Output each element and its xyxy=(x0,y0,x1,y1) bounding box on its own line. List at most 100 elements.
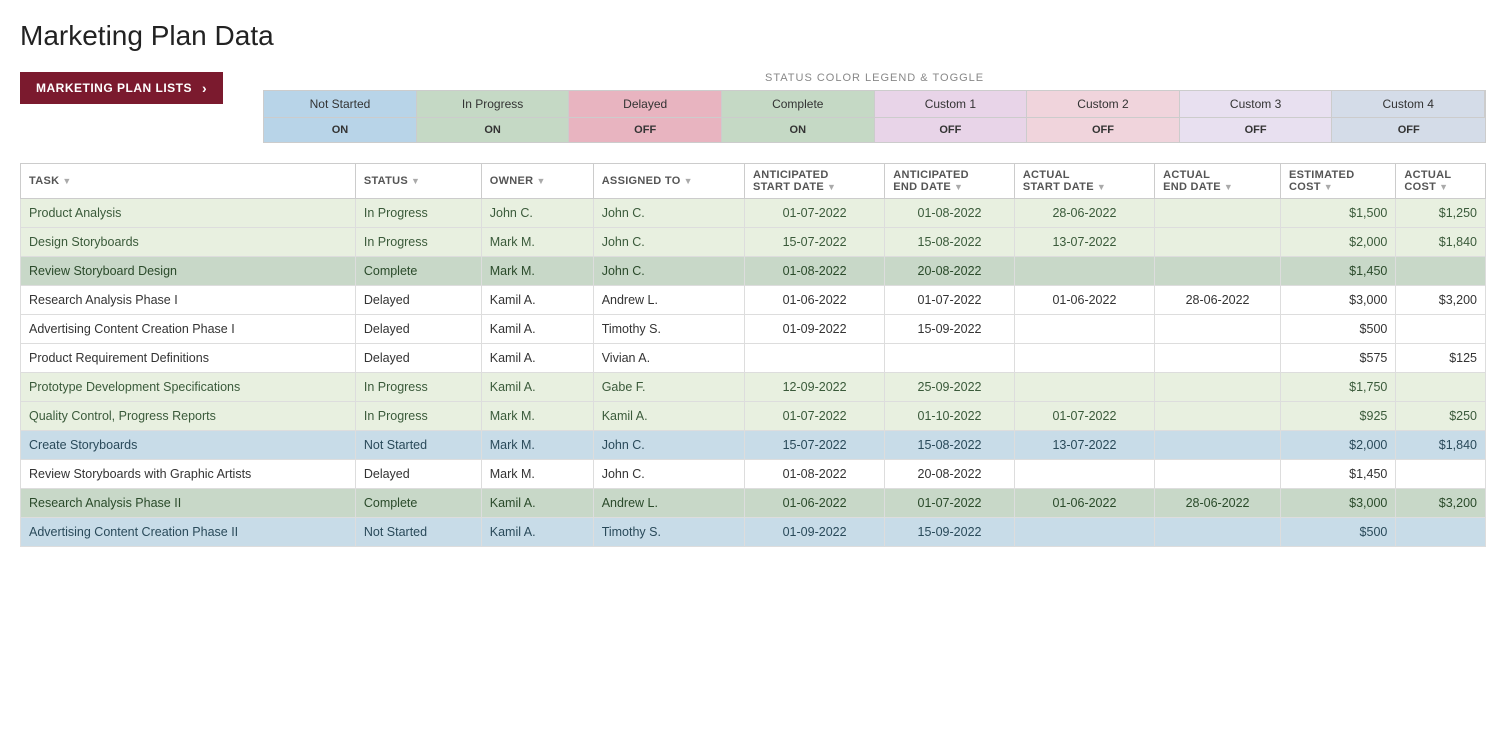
cell-ant_end-0: 01-08-2022 xyxy=(885,199,1015,228)
table-row: Prototype Development SpecificationsIn P… xyxy=(21,373,1486,402)
cell-assigned_to-0: John C. xyxy=(593,199,744,228)
cell-status-10: Complete xyxy=(355,489,481,518)
legend-status-5[interactable]: Custom 2 xyxy=(1027,91,1180,118)
cell-act_cost-0: $1,250 xyxy=(1396,199,1486,228)
cell-owner-7: Mark M. xyxy=(481,402,593,431)
cell-status-2: Complete xyxy=(355,257,481,286)
legend-status-2[interactable]: Delayed xyxy=(569,91,722,118)
legend-status-3[interactable]: Complete xyxy=(722,91,875,118)
col-header-task[interactable]: TASK▼ xyxy=(21,164,356,199)
legend-status-1[interactable]: In Progress xyxy=(417,91,570,118)
cell-act_end-7 xyxy=(1155,402,1281,431)
cell-act_end-3: 28-06-2022 xyxy=(1155,286,1281,315)
cell-act_cost-4 xyxy=(1396,315,1486,344)
filter-icon-task[interactable]: ▼ xyxy=(62,176,71,186)
cell-est_cost-3: $3,000 xyxy=(1281,286,1396,315)
cell-ant_start-3: 01-06-2022 xyxy=(744,286,884,315)
filter-icon-owner[interactable]: ▼ xyxy=(536,176,545,186)
cell-assigned_to-1: John C. xyxy=(593,228,744,257)
legend-status-4[interactable]: Custom 1 xyxy=(875,91,1028,118)
cell-task-9: Review Storyboards with Graphic Artists xyxy=(21,460,356,489)
col-header-act_start[interactable]: ACTUALSTART DATE▼ xyxy=(1014,164,1154,199)
cell-ant_end-8: 15-08-2022 xyxy=(885,431,1015,460)
filter-icon-est_cost[interactable]: ▼ xyxy=(1324,182,1333,192)
cell-act_start-0: 28-06-2022 xyxy=(1014,199,1154,228)
table-row: Advertising Content Creation Phase IDela… xyxy=(21,315,1486,344)
cell-act_end-5 xyxy=(1155,344,1281,373)
cell-act_cost-5: $125 xyxy=(1396,344,1486,373)
legend-toggle-2[interactable]: OFF xyxy=(569,118,722,142)
cell-act_end-0 xyxy=(1155,199,1281,228)
col-header-ant_start[interactable]: ANTICIPATEDSTART DATE▼ xyxy=(744,164,884,199)
col-header-assigned_to[interactable]: ASSIGNED TO▼ xyxy=(593,164,744,199)
cell-act_cost-2 xyxy=(1396,257,1486,286)
col-header-est_cost[interactable]: ESTIMATEDCOST▼ xyxy=(1281,164,1396,199)
cell-ant_start-7: 01-07-2022 xyxy=(744,402,884,431)
legend-toggle-0[interactable]: ON xyxy=(264,118,417,142)
cell-act_cost-8: $1,840 xyxy=(1396,431,1486,460)
cell-est_cost-4: $500 xyxy=(1281,315,1396,344)
cell-act_start-11 xyxy=(1014,518,1154,547)
cell-est_cost-8: $2,000 xyxy=(1281,431,1396,460)
legend-toggle-6[interactable]: OFF xyxy=(1180,118,1333,142)
legend-status-0[interactable]: Not Started xyxy=(264,91,417,118)
cell-owner-6: Kamil A. xyxy=(481,373,593,402)
cell-ant_end-5 xyxy=(885,344,1015,373)
filter-icon-act_cost[interactable]: ▼ xyxy=(1439,182,1448,192)
legend-title: STATUS COLOR LEGEND & TOGGLE xyxy=(263,72,1486,84)
filter-icon-act_start[interactable]: ▼ xyxy=(1097,182,1106,192)
nav-button[interactable]: MARKETING PLAN LISTS › xyxy=(20,72,223,104)
cell-status-8: Not Started xyxy=(355,431,481,460)
col-header-ant_end[interactable]: ANTICIPATEDEND DATE▼ xyxy=(885,164,1015,199)
table-row: Product Requirement DefinitionsDelayedKa… xyxy=(21,344,1486,373)
cell-act_cost-6 xyxy=(1396,373,1486,402)
cell-ant_start-6: 12-09-2022 xyxy=(744,373,884,402)
cell-owner-8: Mark M. xyxy=(481,431,593,460)
legend-toggle-4[interactable]: OFF xyxy=(875,118,1028,142)
legend-status-7[interactable]: Custom 4 xyxy=(1332,91,1485,118)
col-header-owner[interactable]: OWNER▼ xyxy=(481,164,593,199)
table-row: Research Analysis Phase IICompleteKamil … xyxy=(21,489,1486,518)
legend-toggle-3[interactable]: ON xyxy=(722,118,875,142)
cell-task-0: Product Analysis xyxy=(21,199,356,228)
cell-ant_start-0: 01-07-2022 xyxy=(744,199,884,228)
cell-act_start-1: 13-07-2022 xyxy=(1014,228,1154,257)
cell-act_start-6 xyxy=(1014,373,1154,402)
cell-ant_end-10: 01-07-2022 xyxy=(885,489,1015,518)
cell-est_cost-1: $2,000 xyxy=(1281,228,1396,257)
cell-act_cost-7: $250 xyxy=(1396,402,1486,431)
cell-act_end-8 xyxy=(1155,431,1281,460)
filter-icon-assigned_to[interactable]: ▼ xyxy=(684,176,693,186)
cell-status-5: Delayed xyxy=(355,344,481,373)
table-row: Design StoryboardsIn ProgressMark M.John… xyxy=(21,228,1486,257)
cell-ant_end-4: 15-09-2022 xyxy=(885,315,1015,344)
cell-task-8: Create Storyboards xyxy=(21,431,356,460)
cell-status-11: Not Started xyxy=(355,518,481,547)
cell-est_cost-2: $1,450 xyxy=(1281,257,1396,286)
cell-act_cost-3: $3,200 xyxy=(1396,286,1486,315)
legend-status-6[interactable]: Custom 3 xyxy=(1180,91,1333,118)
cell-task-7: Quality Control, Progress Reports xyxy=(21,402,356,431)
cell-assigned_to-4: Timothy S. xyxy=(593,315,744,344)
filter-icon-status[interactable]: ▼ xyxy=(411,176,420,186)
cell-act_start-3: 01-06-2022 xyxy=(1014,286,1154,315)
filter-icon-act_end[interactable]: ▼ xyxy=(1224,182,1233,192)
cell-ant_end-3: 01-07-2022 xyxy=(885,286,1015,315)
legend-toggle-5[interactable]: OFF xyxy=(1027,118,1180,142)
col-header-act_cost[interactable]: ACTUALCOST▼ xyxy=(1396,164,1486,199)
col-header-status[interactable]: STATUS▼ xyxy=(355,164,481,199)
legend-toggle-1[interactable]: ON xyxy=(417,118,570,142)
cell-task-11: Advertising Content Creation Phase II xyxy=(21,518,356,547)
filter-icon-ant_start[interactable]: ▼ xyxy=(827,182,836,192)
table-row: Product AnalysisIn ProgressJohn C.John C… xyxy=(21,199,1486,228)
cell-status-6: In Progress xyxy=(355,373,481,402)
cell-task-1: Design Storyboards xyxy=(21,228,356,257)
cell-ant_start-2: 01-08-2022 xyxy=(744,257,884,286)
chevron-icon: › xyxy=(202,80,207,96)
cell-act_end-1 xyxy=(1155,228,1281,257)
cell-act_end-4 xyxy=(1155,315,1281,344)
legend-toggle-7[interactable]: OFF xyxy=(1332,118,1485,142)
cell-status-0: In Progress xyxy=(355,199,481,228)
filter-icon-ant_end[interactable]: ▼ xyxy=(954,182,963,192)
col-header-act_end[interactable]: ACTUALEND DATE▼ xyxy=(1155,164,1281,199)
